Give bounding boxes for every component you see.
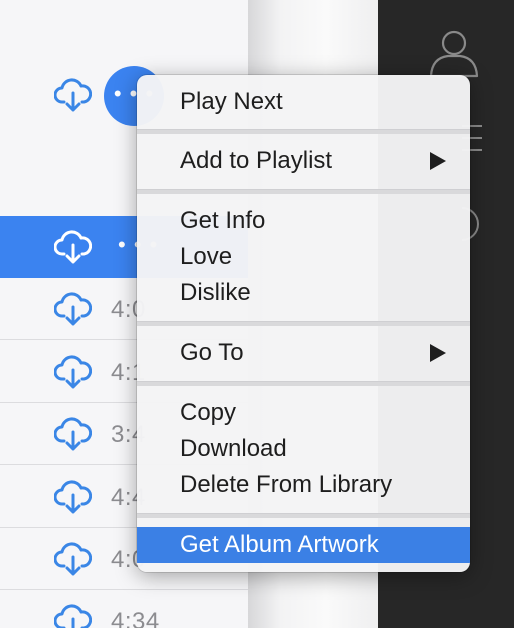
submenu-arrow-icon <box>430 344 446 362</box>
menu-item-label: Get Info <box>180 207 266 234</box>
menu-separator <box>137 321 470 326</box>
menu-item-label: Download <box>180 435 287 462</box>
menu-item-download[interactable]: Download <box>137 431 470 467</box>
menu-item-love[interactable]: Love <box>137 239 470 275</box>
cloud-download-icon[interactable] <box>54 77 92 113</box>
menu-item-play-next[interactable]: Play Next <box>137 84 470 120</box>
cloud-download-icon[interactable] <box>54 541 92 577</box>
menu-item-add-to-playlist[interactable]: Add to Playlist <box>137 143 470 179</box>
menu-item-go-to[interactable]: Go To <box>137 335 470 371</box>
menu-item-label: Get Album Artwork <box>180 531 379 558</box>
menu-item-label: Go To <box>180 339 244 366</box>
cloud-download-icon[interactable] <box>54 229 92 265</box>
menu-separator <box>137 381 470 386</box>
menu-item-label: Copy <box>180 399 237 426</box>
menu-item-label: Dislike <box>180 279 251 306</box>
menu-separator <box>137 513 470 518</box>
menu-item-label: Play Next <box>180 88 283 115</box>
menu-item-label: Love <box>180 243 233 270</box>
menu-item-label: Delete From Library <box>180 471 393 498</box>
cloud-download-icon[interactable] <box>54 354 92 390</box>
track-row[interactable]: 4:34 <box>0 590 248 628</box>
submenu-arrow-icon <box>430 152 446 170</box>
menu-item-delete-from-library[interactable]: Delete From Library <box>137 467 470 503</box>
menu-separator <box>137 129 470 134</box>
cloud-download-icon[interactable] <box>54 603 92 628</box>
cloud-download-icon[interactable] <box>54 291 92 327</box>
cloud-download-icon[interactable] <box>54 416 92 452</box>
profile-icon[interactable] <box>428 28 480 78</box>
menu-separator <box>137 189 470 194</box>
track-duration: 4:34 <box>111 608 160 628</box>
menu-item-copy[interactable]: Copy <box>137 395 470 431</box>
context-menu: Play Next Add to Playlist Get Info Love … <box>137 75 470 572</box>
cloud-download-icon[interactable] <box>54 479 92 515</box>
menu-item-dislike[interactable]: Dislike <box>137 275 470 311</box>
menu-item-get-album-artwork[interactable]: Get Album Artwork <box>137 527 470 563</box>
menu-item-get-info[interactable]: Get Info <box>137 203 470 239</box>
menu-item-label: Add to Playlist <box>180 147 333 174</box>
